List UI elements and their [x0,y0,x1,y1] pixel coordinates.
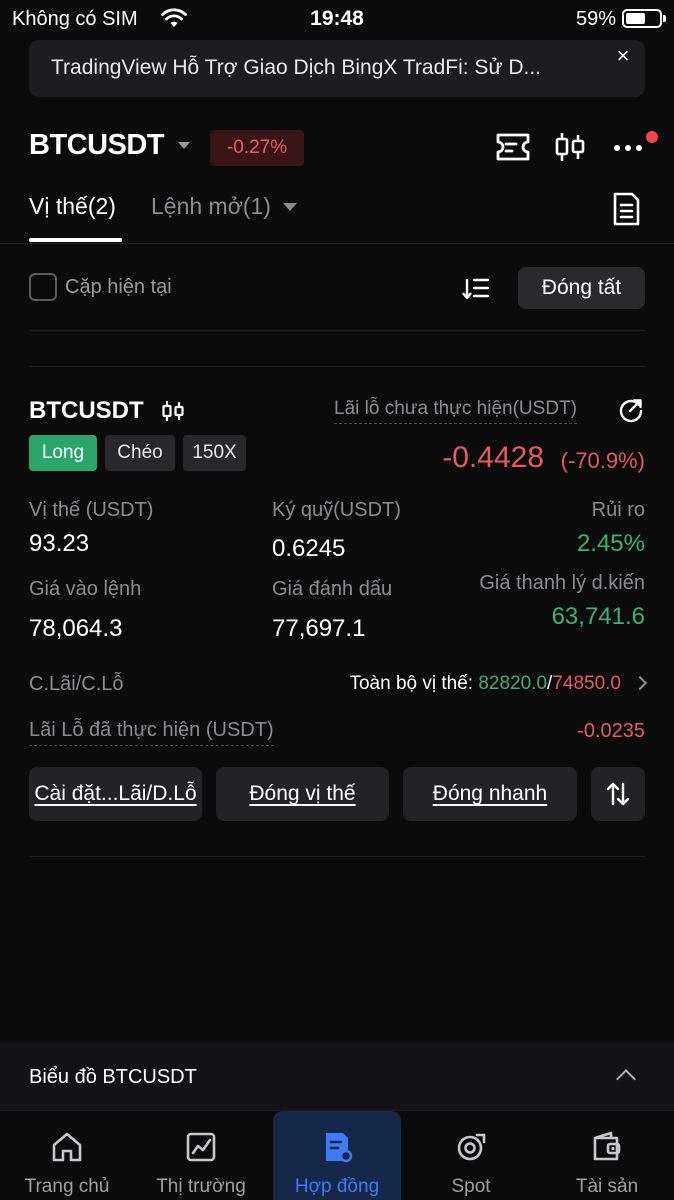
realized-pnl-value: -0.0235 [577,720,645,742]
entry-price-value: 78,064.3 [29,615,123,642]
entry-price-label: Giá vào lệnh [29,578,142,600]
divider [29,856,645,857]
position-size-value: 93.23 [29,530,90,557]
tpsl-settings-button[interactable]: Cài đặt...Lãi/D.Lỗ [29,767,202,821]
current-pair-label[interactable]: Cặp hiện tại [65,276,172,299]
announcement-banner[interactable]: TradingView Hỗ Trợ Giao Dịch BingX TradF… [29,40,645,97]
nav-spot[interactable]: Spot [404,1111,538,1200]
price-change-badge: -0.27% [210,130,304,166]
liquidation-price-label: Giá thanh lý d.kiến [479,572,645,594]
sort-icon[interactable] [461,274,491,302]
chart-panel-toggle[interactable]: Biểu đồ BTCUSDT [0,1042,674,1110]
take-profit-value: 82820.0 [478,673,548,694]
swap-icon[interactable] [604,780,632,808]
home-icon [52,1132,82,1162]
divider [29,330,645,331]
bottom-nav: Trang chủ Thị trường Hợp đồng Spot Tài s… [0,1110,674,1200]
notification-dot [646,131,658,143]
battery-icon [622,9,666,28]
tpsl-prefix: Toàn bộ vị thế: [349,673,479,694]
close-all-button[interactable]: Đóng tất [518,267,645,309]
announcement-text[interactable]: TradingView Hỗ Trợ Giao Dịch BingX TradF… [51,56,541,80]
share-icon[interactable] [618,397,644,423]
tab-open-orders[interactable]: Lệnh mở(1) [151,193,271,220]
close-icon[interactable]: × [609,42,637,70]
nav-label: Trang chủ [24,1176,110,1197]
margin-value: 0.6245 [272,535,346,562]
more-icon[interactable] [608,127,648,167]
divider [29,366,645,367]
nav-home[interactable]: Trang chủ [0,1111,134,1200]
margin-label: Ký quỹ(USDT) [272,499,401,521]
tpsl-summary[interactable]: Toàn bộ vị thế: 82820.0/74850.0 [349,673,648,695]
nav-label: Hợp đồng [294,1176,380,1197]
chevron-up-icon[interactable] [616,1069,636,1089]
current-pair-checkbox[interactable] [29,273,57,301]
nav-contract[interactable]: Hợp đồng [273,1111,401,1200]
chevron-right-icon[interactable] [632,675,648,691]
chart-title: Biểu đồ BTCUSDT [29,1066,197,1088]
nav-label: Tài sản [575,1176,639,1197]
chevron-down-icon[interactable] [283,203,297,211]
battery-percent: 59% [575,8,616,30]
order-history-icon[interactable] [610,191,642,227]
risk-value: 2.45% [576,530,645,557]
risk-label: Rủi ro [591,499,645,521]
ticket-icon[interactable] [493,127,533,167]
mark-price-value: 77,697.1 [272,615,366,642]
position-size-label: Vị thế (USDT) [29,499,154,521]
status-bar: Không có SIM 19:48 59% [0,0,674,38]
nav-label: Thị trường [156,1176,246,1197]
quick-close-button[interactable]: Đóng nhanh [403,767,577,821]
spot-icon [457,1133,486,1161]
stop-loss-value: 74850.0 [552,673,621,694]
unrealized-pnl-value: -0.4428 [442,441,544,474]
wallet-icon [593,1131,621,1161]
mark-price-label: Giá đánh dấu [272,578,393,600]
nav-assets[interactable]: Tài sản [540,1111,674,1200]
tpsl-label: C.Lãi/C.Lỗ [29,673,124,695]
divider [0,243,674,244]
tab-positions[interactable]: Vị thế(2) [29,193,116,220]
candlestick-icon[interactable] [160,398,186,424]
reverse-position-button[interactable] [591,767,645,821]
chevron-down-icon[interactable] [178,142,190,149]
margin-mode-badge[interactable]: Chéo [105,435,175,471]
market-icon [186,1132,216,1162]
pair-selector[interactable]: BTCUSDT [29,129,165,162]
close-position-button[interactable]: Đóng vị thế [216,767,389,821]
nav-label: Spot [451,1176,491,1197]
side-badge: Long [29,435,97,471]
liquidation-price-value: 63,741.6 [551,603,645,630]
position-symbol[interactable]: BTCUSDT [29,397,144,425]
unrealized-pnl-percent: (-70.9%) [560,448,645,473]
unrealized-pnl-label[interactable]: Lãi lỗ chưa thực hiện(USDT) [334,398,577,424]
active-tab-indicator [29,238,122,242]
contract-icon [326,1133,353,1163]
clock: 19:48 [310,7,364,30]
nav-market[interactable]: Thị trường [134,1111,268,1200]
candlestick-icon[interactable] [550,127,590,167]
leverage-badge[interactable]: 150X [183,435,246,471]
realized-pnl-label[interactable]: Lãi Lỗ đã thực hiện (USDT) [29,719,274,746]
